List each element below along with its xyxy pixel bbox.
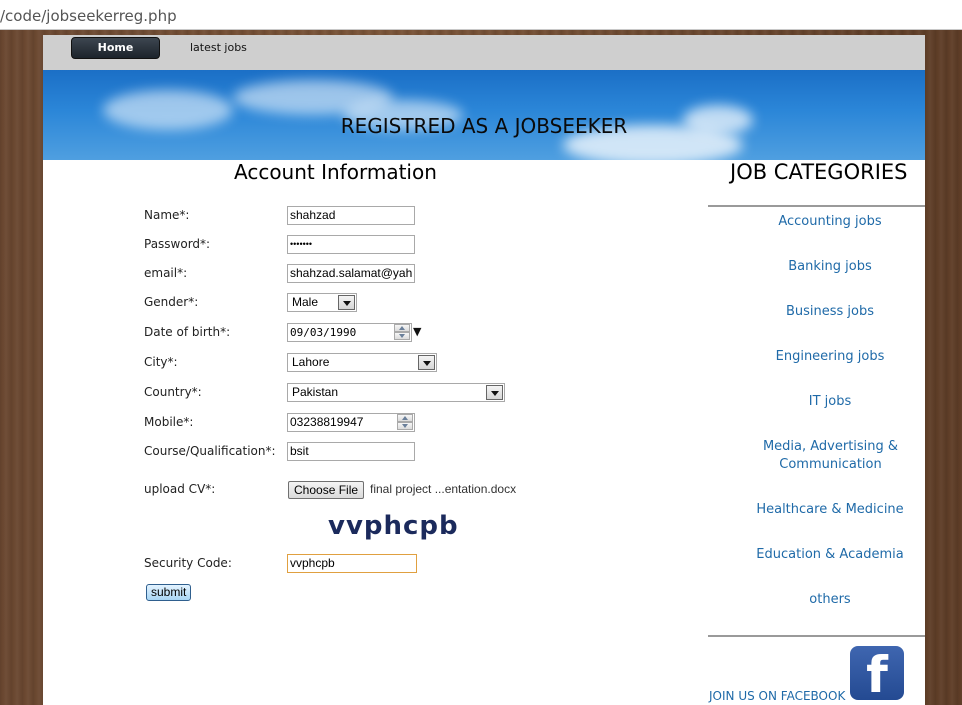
category-engineering-link[interactable]: Engineering jobs <box>708 348 925 366</box>
gender-value: Male <box>292 295 319 309</box>
city-label: City*: <box>144 355 178 369</box>
category-healthcare-link[interactable]: Healthcare & Medicine <box>708 501 925 519</box>
email-label: email*: <box>144 266 188 280</box>
course-field[interactable]: bsit <box>287 442 415 461</box>
category-media-link[interactable]: Media, Advertising & Communication <box>738 438 923 474</box>
date-spinner[interactable] <box>394 324 410 341</box>
url-text[interactable]: /code/jobseekerreg.php <box>0 7 177 25</box>
dob-label: Date of birth*: <box>144 325 231 339</box>
facebook-icon[interactable]: f <box>850 646 904 704</box>
category-it-link[interactable]: IT jobs <box>708 393 925 411</box>
selected-file-name: final project ...entation.docx <box>370 482 517 496</box>
mobile-label: Mobile*: <box>144 415 194 429</box>
mobile-field[interactable]: 03238819947 <box>287 413 415 432</box>
course-label: Course/Qualification*: <box>144 444 276 458</box>
banner-title: REGISTRED AS A JOBSEEKER <box>340 114 628 138</box>
dob-value: 09/03/1990 <box>290 326 357 339</box>
security-code-field[interactable]: vvphcpb <box>287 554 417 573</box>
nav-latest-jobs-link[interactable]: latest jobs <box>190 41 247 54</box>
captcha-image: vvphcpb <box>328 511 459 541</box>
city-select[interactable]: Lahore <box>287 353 437 372</box>
spinner-up-icon[interactable] <box>394 324 410 332</box>
chevron-down-icon[interactable] <box>486 385 503 400</box>
divider-bottom <box>708 635 925 637</box>
mobile-spinner[interactable] <box>397 414 413 431</box>
submit-button[interactable]: submit <box>146 584 192 601</box>
country-value: Pakistan <box>292 385 339 399</box>
header-banner: REGISTRED AS A JOBSEEKER <box>43 70 925 160</box>
city-value: Lahore <box>292 355 330 369</box>
category-business-link[interactable]: Business jobs <box>708 303 925 321</box>
form-title: Account Information <box>234 160 437 184</box>
category-education-link[interactable]: Education & Academia <box>708 546 925 564</box>
choose-file-button[interactable]: Choose File <box>288 481 365 499</box>
chevron-down-icon[interactable] <box>338 295 355 310</box>
password-label: Password*: <box>144 237 211 251</box>
categories-title: JOB CATEGORIES <box>730 160 908 184</box>
join-facebook-link[interactable]: JOIN US ON FACEBOOK <box>709 689 845 703</box>
nav-home-button[interactable]: Home <box>71 37 160 59</box>
category-banking-link[interactable]: Banking jobs <box>708 258 925 276</box>
chevron-down-icon[interactable] <box>418 355 435 370</box>
gender-select[interactable]: Male <box>287 293 357 312</box>
cv-label: upload CV*: <box>144 482 216 496</box>
category-accounting-link[interactable]: Accounting jobs <box>708 213 925 231</box>
category-others-link[interactable]: others <box>708 591 925 609</box>
address-bar[interactable]: /code/jobseekerreg.php <box>0 0 962 30</box>
country-select[interactable]: Pakistan <box>287 383 505 402</box>
password-field[interactable]: ••••••• <box>287 235 415 254</box>
name-label: Name*: <box>144 208 190 222</box>
registration-form: Account Information Name*: shahzad Passw… <box>43 160 708 705</box>
mobile-value: 03238819947 <box>290 415 364 429</box>
security-code-label: Security Code: <box>144 556 232 570</box>
name-field[interactable]: shahzad <box>287 206 415 225</box>
top-nav: Home latest jobs <box>43 35 925 70</box>
job-categories-sidebar: JOB CATEGORIES Accounting jobs Banking j… <box>708 160 925 705</box>
dob-field[interactable]: 09/03/1990 <box>287 323 412 342</box>
divider-top <box>708 205 925 207</box>
country-label: Country*: <box>144 385 202 399</box>
date-dropdown-icon[interactable]: ▼ <box>413 325 421 338</box>
email-field[interactable]: shahzad.salamat@yah <box>287 264 415 283</box>
page-container: Home latest jobs REGISTRED AS A JOBSEEKE… <box>43 35 925 705</box>
spinner-down-icon[interactable] <box>397 422 413 430</box>
spinner-up-icon[interactable] <box>397 414 413 422</box>
spinner-down-icon[interactable] <box>394 332 410 340</box>
gender-label: Gender*: <box>144 295 199 309</box>
